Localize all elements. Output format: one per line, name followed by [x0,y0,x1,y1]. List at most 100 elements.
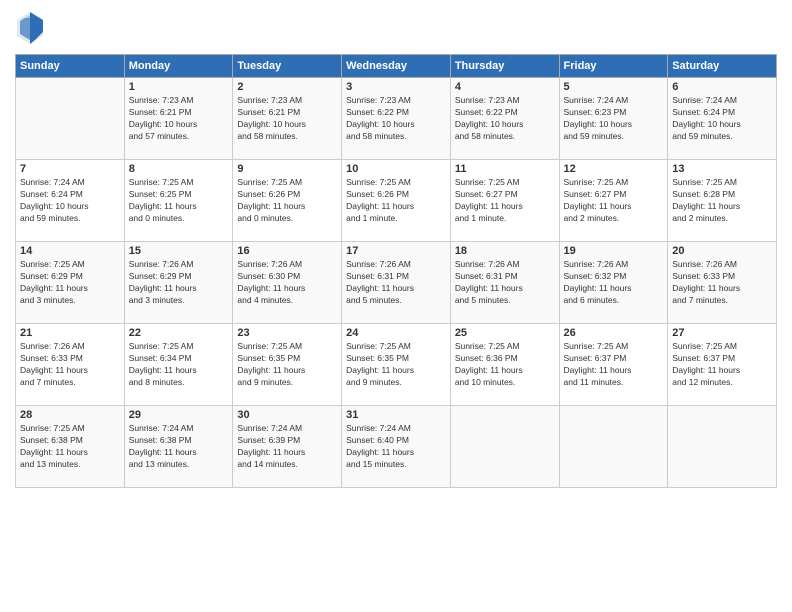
calendar-week-row: 21 Sunrise: 7:26 AM Sunset: 6:33 PM Dayli… [16,324,777,406]
day-info: Sunrise: 7:25 AM Sunset: 6:37 PM Dayligh… [564,341,664,389]
header-day: Friday [559,55,668,78]
day-number: 29 [129,409,229,421]
calendar-cell: 3 Sunrise: 7:23 AM Sunset: 6:22 PM Daylig… [342,78,451,160]
day-number: 27 [672,327,772,339]
day-info: Sunrise: 7:24 AM Sunset: 6:40 PM Dayligh… [346,423,446,471]
header-day: Thursday [450,55,559,78]
calendar-cell: 7Sunrise: 7:24 AM Sunset: 6:24 PM Daylig… [16,160,125,242]
day-number: 19 [564,245,664,257]
calendar-cell: 8 Sunrise: 7:25 AM Sunset: 6:25 PM Daylig… [124,160,233,242]
calendar-cell: 15 Sunrise: 7:26 AM Sunset: 6:29 PM Dayli… [124,242,233,324]
calendar-cell: 17Sunrise: 7:26 AM Sunset: 6:31 PM Dayli… [342,242,451,324]
day-number: 4 [455,81,555,93]
header-day: Saturday [668,55,777,78]
calendar-cell [559,406,668,488]
day-info: Sunrise: 7:26 AM Sunset: 6:31 PM Dayligh… [455,259,555,307]
calendar-cell [450,406,559,488]
calendar-cell: 13 Sunrise: 7:25 AM Sunset: 6:28 PM Dayli… [668,160,777,242]
day-info: Sunrise: 7:25 AM Sunset: 6:28 PM Dayligh… [672,177,772,225]
day-number: 13 [672,163,772,175]
day-info: Sunrise: 7:26 AM Sunset: 6:33 PM Dayligh… [20,341,120,389]
day-info: Sunrise: 7:25 AM Sunset: 6:27 PM Dayligh… [564,177,664,225]
day-number: 28 [20,409,120,421]
day-number: 16 [237,245,337,257]
page: SundayMondayTuesdayWednesdayThursdayFrid… [0,0,792,612]
calendar-cell: 22 Sunrise: 7:25 AM Sunset: 6:34 PM Dayli… [124,324,233,406]
day-number: 21 [20,327,120,339]
calendar-cell: 14 Sunrise: 7:25 AM Sunset: 6:29 PM Dayli… [16,242,125,324]
day-info: Sunrise: 7:26 AM Sunset: 6:29 PM Dayligh… [129,259,229,307]
day-number: 2 [237,81,337,93]
calendar-cell: 26 Sunrise: 7:25 AM Sunset: 6:37 PM Dayli… [559,324,668,406]
day-info: Sunrise: 7:25 AM Sunset: 6:35 PM Dayligh… [346,341,446,389]
day-info: Sunrise: 7:25 AM Sunset: 6:27 PM Dayligh… [455,177,555,225]
calendar-cell: 18 Sunrise: 7:26 AM Sunset: 6:31 PM Dayli… [450,242,559,324]
day-number: 14 [20,245,120,257]
day-number: 10 [346,163,446,175]
day-info: Sunrise: 7:25 AM Sunset: 6:38 PM Dayligh… [20,423,120,471]
day-info: Sunrise: 7:23 AM Sunset: 6:22 PM Dayligh… [346,95,446,143]
day-number: 8 [129,163,229,175]
calendar-cell: 4Sunrise: 7:23 AM Sunset: 6:22 PM Daylig… [450,78,559,160]
day-number: 9 [237,163,337,175]
calendar-cell: 20Sunrise: 7:26 AM Sunset: 6:33 PM Dayli… [668,242,777,324]
day-number: 22 [129,327,229,339]
day-number: 12 [564,163,664,175]
day-info: Sunrise: 7:24 AM Sunset: 6:38 PM Dayligh… [129,423,229,471]
calendar-week-row: 7Sunrise: 7:24 AM Sunset: 6:24 PM Daylig… [16,160,777,242]
calendar-cell [16,78,125,160]
day-number: 1 [129,81,229,93]
header-row: SundayMondayTuesdayWednesdayThursdayFrid… [16,55,777,78]
day-number: 23 [237,327,337,339]
day-info: Sunrise: 7:25 AM Sunset: 6:26 PM Dayligh… [237,177,337,225]
calendar-cell: 27Sunrise: 7:25 AM Sunset: 6:37 PM Dayli… [668,324,777,406]
calendar-week-row: 28 Sunrise: 7:25 AM Sunset: 6:38 PM Dayli… [16,406,777,488]
calendar-cell: 28 Sunrise: 7:25 AM Sunset: 6:38 PM Dayli… [16,406,125,488]
calendar-table: SundayMondayTuesdayWednesdayThursdayFrid… [15,54,777,488]
day-number: 3 [346,81,446,93]
calendar-cell: 24 Sunrise: 7:25 AM Sunset: 6:35 PM Dayli… [342,324,451,406]
day-number: 31 [346,409,446,421]
calendar-cell: 11 Sunrise: 7:25 AM Sunset: 6:27 PM Dayli… [450,160,559,242]
calendar-cell: 5 Sunrise: 7:24 AM Sunset: 6:23 PM Daylig… [559,78,668,160]
header-day: Sunday [16,55,125,78]
calendar-cell: 21 Sunrise: 7:26 AM Sunset: 6:33 PM Dayli… [16,324,125,406]
calendar-cell: 31 Sunrise: 7:24 AM Sunset: 6:40 PM Dayli… [342,406,451,488]
day-number: 24 [346,327,446,339]
header-day: Tuesday [233,55,342,78]
day-info: Sunrise: 7:24 AM Sunset: 6:23 PM Dayligh… [564,95,664,143]
calendar-cell: 2Sunrise: 7:23 AM Sunset: 6:21 PM Daylig… [233,78,342,160]
calendar-cell: 9 Sunrise: 7:25 AM Sunset: 6:26 PM Daylig… [233,160,342,242]
calendar-cell: 29 Sunrise: 7:24 AM Sunset: 6:38 PM Dayli… [124,406,233,488]
calendar-cell: 6Sunrise: 7:24 AM Sunset: 6:24 PM Daylig… [668,78,777,160]
day-info: Sunrise: 7:26 AM Sunset: 6:32 PM Dayligh… [564,259,664,307]
calendar-cell [668,406,777,488]
day-number: 25 [455,327,555,339]
day-number: 17 [346,245,446,257]
calendar-cell: 12 Sunrise: 7:25 AM Sunset: 6:27 PM Dayli… [559,160,668,242]
day-number: 18 [455,245,555,257]
day-info: Sunrise: 7:25 AM Sunset: 6:35 PM Dayligh… [237,341,337,389]
day-number: 11 [455,163,555,175]
logo-icon [15,10,45,46]
day-info: Sunrise: 7:25 AM Sunset: 6:26 PM Dayligh… [346,177,446,225]
header-day: Monday [124,55,233,78]
day-info: Sunrise: 7:26 AM Sunset: 6:30 PM Dayligh… [237,259,337,307]
calendar-week-row: 1Sunrise: 7:23 AM Sunset: 6:21 PM Daylig… [16,78,777,160]
calendar-cell: 10 Sunrise: 7:25 AM Sunset: 6:26 PM Dayli… [342,160,451,242]
day-number: 6 [672,81,772,93]
day-number: 7 [20,163,120,175]
day-info: Sunrise: 7:25 AM Sunset: 6:34 PM Dayligh… [129,341,229,389]
logo [15,10,49,46]
header [15,10,777,46]
day-info: Sunrise: 7:24 AM Sunset: 6:39 PM Dayligh… [237,423,337,471]
day-info: Sunrise: 7:25 AM Sunset: 6:25 PM Dayligh… [129,177,229,225]
day-number: 20 [672,245,772,257]
day-number: 26 [564,327,664,339]
calendar-week-row: 14 Sunrise: 7:25 AM Sunset: 6:29 PM Dayli… [16,242,777,324]
day-info: Sunrise: 7:25 AM Sunset: 6:29 PM Dayligh… [20,259,120,307]
calendar-cell: 23 Sunrise: 7:25 AM Sunset: 6:35 PM Dayli… [233,324,342,406]
calendar-cell: 19 Sunrise: 7:26 AM Sunset: 6:32 PM Dayli… [559,242,668,324]
day-number: 5 [564,81,664,93]
day-number: 15 [129,245,229,257]
